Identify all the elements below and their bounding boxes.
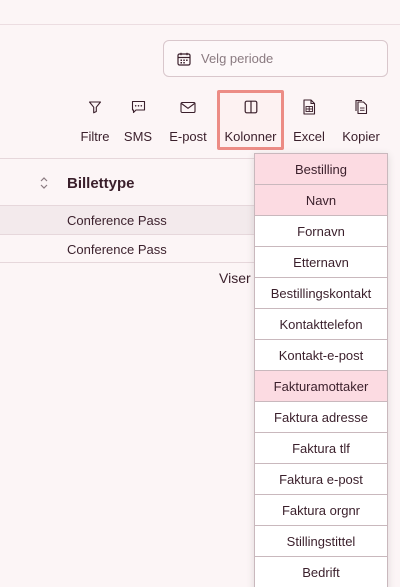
column-option-label: Faktura tlf <box>292 440 350 456</box>
filter-icon <box>87 99 103 115</box>
column-option-label: Stillingstittel <box>286 533 356 549</box>
table-header: Billettype <box>0 158 255 206</box>
column-option-faktura-tlf[interactable]: Faktura tlf <box>255 433 387 464</box>
table-row[interactable]: Conference Pass <box>0 234 255 263</box>
column-option-label: Bedrift <box>302 564 340 580</box>
columns-dropdown: Bestilling Navn Fornavn Etternavn Bestil… <box>254 153 388 587</box>
copy-label: Kopier <box>342 129 380 144</box>
top-divider <box>0 24 400 25</box>
showing-text: Viser <box>219 270 251 286</box>
column-option-label: Faktura e-post <box>279 471 363 487</box>
column-option-bestilling[interactable]: Bestilling <box>255 154 387 185</box>
sort-icon[interactable] <box>39 176 49 190</box>
column-option-fakturamottaker[interactable]: Fakturamottaker <box>255 371 387 402</box>
columns-label: Kolonner <box>224 129 277 144</box>
ticket-type-cell: Conference Pass <box>67 213 167 228</box>
column-option-navn[interactable]: Navn <box>255 185 387 216</box>
column-option-etternavn[interactable]: Etternavn <box>255 247 387 278</box>
copy-button[interactable]: Kopier <box>339 96 383 148</box>
column-header-ticket-type[interactable]: Billettype <box>67 175 135 192</box>
table-row[interactable]: Conference Pass <box>0 205 255 234</box>
column-option-label: Kontakt-e-post <box>278 347 364 363</box>
email-button[interactable]: E-post <box>167 96 209 148</box>
column-option-stillingstittel[interactable]: Stillingstittel <box>255 526 387 557</box>
column-option-label: Faktura orgnr <box>281 502 361 518</box>
envelope-icon <box>180 99 196 115</box>
filter-button[interactable]: Filtre <box>76 96 114 148</box>
column-option-label: Faktura adresse <box>274 409 368 425</box>
column-option-kontakttelefon[interactable]: Kontakttelefon <box>255 309 387 340</box>
excel-label: Excel <box>293 129 325 144</box>
column-option-faktura-epost[interactable]: Faktura e-post <box>255 464 387 495</box>
period-placeholder: Velg periode <box>201 51 274 66</box>
column-option-bedrift[interactable]: Bedrift <box>255 557 387 587</box>
period-picker[interactable]: Velg periode <box>163 40 388 77</box>
column-option-bestillingskontakt[interactable]: Bestillingskontakt <box>255 278 387 309</box>
column-option-faktura-orgnr[interactable]: Faktura orgnr <box>255 495 387 526</box>
columns-button[interactable]: Kolonner <box>217 90 284 150</box>
ticket-type-cell: Conference Pass <box>67 242 167 257</box>
columns-icon <box>243 99 259 115</box>
sms-icon <box>130 99 146 115</box>
column-option-label: Kontakttelefon <box>279 316 363 332</box>
column-option-label: Bestillingskontakt <box>270 285 372 301</box>
excel-icon <box>301 99 317 115</box>
column-option-label: Navn <box>305 192 337 208</box>
column-option-kontakt-epost[interactable]: Kontakt-e-post <box>255 340 387 371</box>
copy-icon <box>353 99 369 115</box>
email-label: E-post <box>169 129 207 144</box>
calendar-icon <box>177 52 191 66</box>
filter-label: Filtre <box>80 129 110 144</box>
sms-button[interactable]: SMS <box>121 96 155 148</box>
column-option-faktura-adresse[interactable]: Faktura adresse <box>255 402 387 433</box>
sms-label: SMS <box>123 129 153 144</box>
excel-button[interactable]: Excel <box>291 96 327 148</box>
column-option-label: Bestilling <box>294 161 348 177</box>
column-option-label: Fakturamottaker <box>273 378 369 394</box>
column-option-label: Fornavn <box>297 223 345 239</box>
column-option-label: Etternavn <box>293 254 349 270</box>
column-option-fornavn[interactable]: Fornavn <box>255 216 387 247</box>
